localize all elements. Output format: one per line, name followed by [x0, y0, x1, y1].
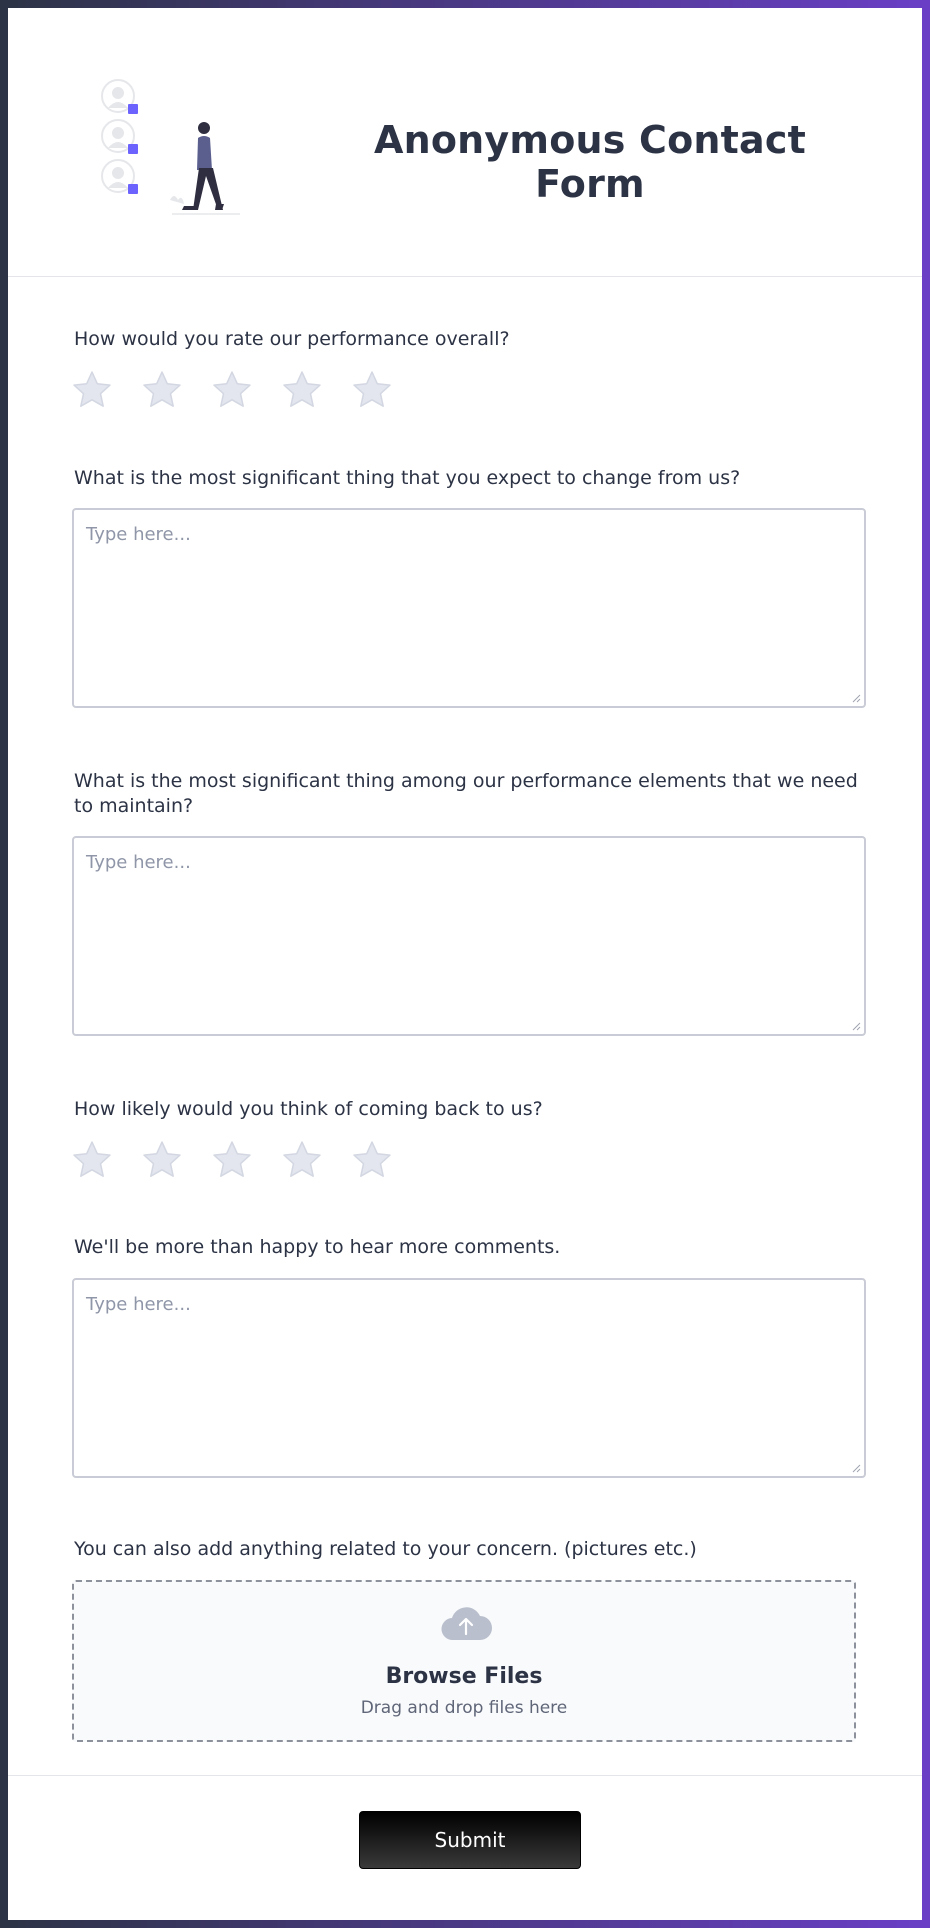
rating-1: [72, 370, 392, 414]
resize-handle-icon[interactable]: [851, 693, 861, 703]
rating-2: [72, 1140, 392, 1184]
file-upload-dropzone[interactable]: Browse Files Drag and drop files here: [72, 1580, 856, 1742]
question-3-label: What is the most significant thing among…: [74, 770, 858, 817]
comments-textarea[interactable]: Type here...: [72, 1278, 866, 1478]
star-icon[interactable]: [282, 1140, 322, 1180]
form-header: Anonymous Contact Form: [8, 8, 922, 277]
textarea-placeholder: Type here...: [86, 852, 191, 873]
star-icon[interactable]: [72, 1140, 112, 1180]
question-5-label: We'll be more than happy to hear more co…: [74, 1236, 561, 1258]
star-icon[interactable]: [142, 1140, 182, 1180]
maintain-textarea[interactable]: Type here...: [72, 836, 866, 1036]
question-6-label: You can also add anything related to you…: [74, 1538, 697, 1560]
star-icon[interactable]: [72, 370, 112, 410]
cloud-upload-icon: [441, 1607, 492, 1641]
star-icon[interactable]: [352, 370, 392, 410]
textarea-placeholder: Type here...: [86, 524, 191, 545]
star-icon[interactable]: [352, 1140, 392, 1180]
question-2-label: What is the most significant thing that …: [74, 467, 741, 489]
question-4-label: How likely would you think of coming bac…: [74, 1098, 543, 1120]
form-frame: Anonymous Contact Form How would you rat…: [8, 8, 922, 1920]
expect-change-textarea[interactable]: Type here...: [72, 508, 866, 708]
form-title: Anonymous Contact Form: [374, 118, 806, 206]
contact-illustration: [101, 79, 240, 215]
upload-hint: Drag and drop files here: [360, 1698, 568, 1718]
browse-files-button[interactable]: Browse Files: [74, 1664, 854, 1689]
divider: [8, 1775, 922, 1776]
star-icon[interactable]: [212, 370, 252, 410]
star-icon[interactable]: [282, 370, 322, 410]
star-icon[interactable]: [212, 1140, 252, 1180]
textarea-placeholder: Type here...: [86, 1294, 191, 1315]
resize-handle-icon[interactable]: [851, 1021, 861, 1031]
question-1-label: How would you rate our performance overa…: [74, 328, 510, 350]
star-icon[interactable]: [142, 370, 182, 410]
submit-button[interactable]: Submit: [359, 1811, 581, 1869]
resize-handle-icon[interactable]: [851, 1463, 861, 1473]
